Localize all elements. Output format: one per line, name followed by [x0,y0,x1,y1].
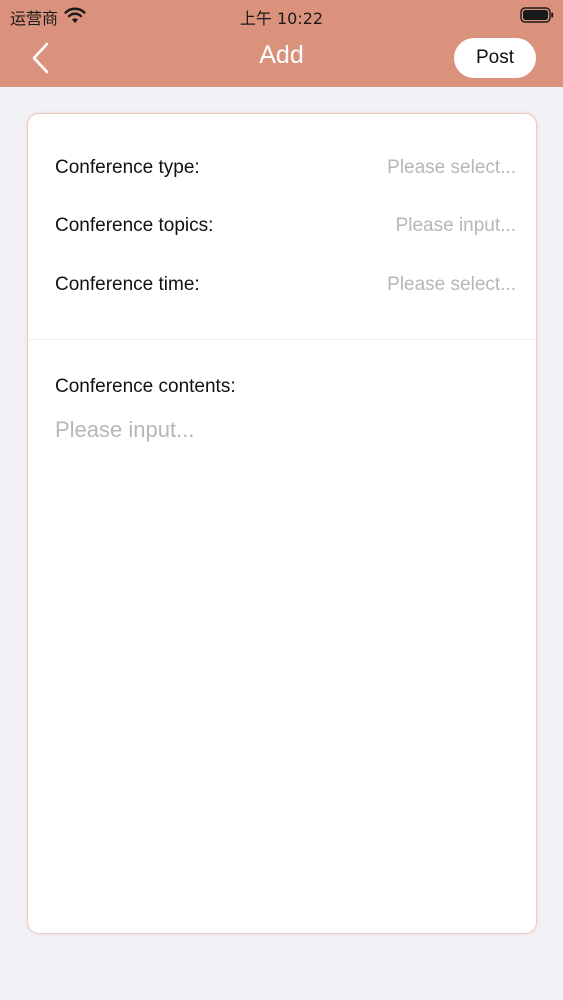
conference-topics-placeholder: Please input... [395,215,516,236]
conference-time-label: Conference time: [55,274,200,295]
back-button[interactable] [22,38,62,78]
form-card: Conference type: Please select... Confer… [27,113,537,934]
chevron-left-icon [32,42,49,74]
conference-type-placeholder: Please select... [387,157,516,178]
conference-contents-label: Conference contents: [55,376,236,397]
conference-time-field[interactable]: Conference time: Please select... [28,260,536,310]
conference-topics-label: Conference topics: [55,215,214,236]
post-button[interactable]: Post [454,38,536,78]
conference-type-label: Conference type: [55,157,200,178]
conference-time-placeholder: Please select... [387,274,516,295]
section-divider [28,339,536,340]
status-time: 上午 10:22 [239,9,324,28]
conference-contents-input[interactable]: Please input... [55,417,515,907]
conference-contents-placeholder: Please input... [55,417,195,442]
app-header: 运营商 上午 10:22 Add Post [0,0,563,87]
status-bar: 运营商 上午 10:22 [0,0,563,30]
conference-type-field[interactable]: Conference type: Please select... [28,143,536,193]
battery-icon [520,7,554,23]
conference-topics-field[interactable]: Conference topics: Please input... [28,201,536,251]
navigation-bar: Add Post [0,30,563,87]
